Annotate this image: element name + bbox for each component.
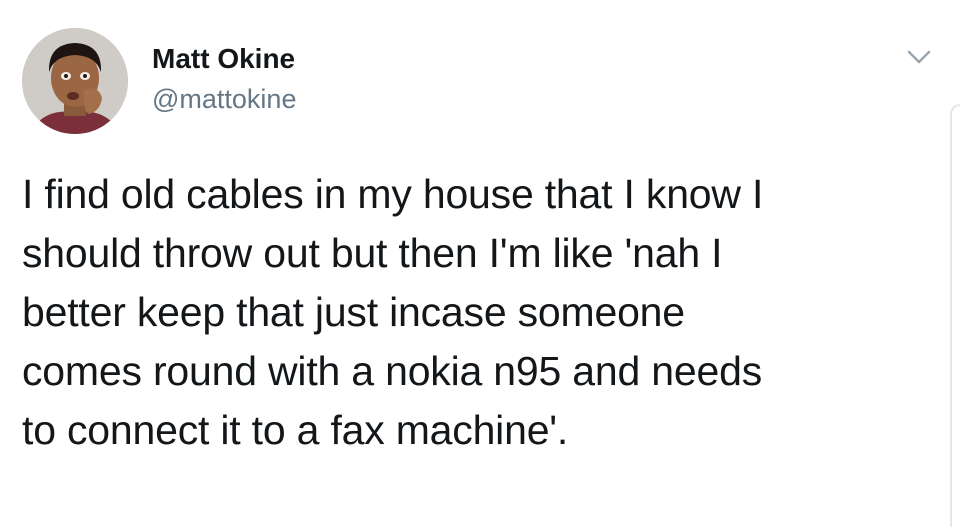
tweet-text-line: better keep that just incase someone: [22, 289, 685, 335]
tweet-text-line: should throw out but then I'm like 'nah …: [22, 230, 723, 276]
author-display-name[interactable]: Matt Okine: [152, 42, 296, 76]
tweet-text-line: comes round with a nokia n95 and needs: [22, 348, 763, 394]
author-info: Matt Okine @mattokine: [152, 42, 296, 116]
tweet-card: Matt Okine @mattokine I find old cables …: [0, 0, 960, 527]
tweet-text: I find old cables in my house that I kno…: [22, 165, 942, 460]
tweet-menu-button[interactable]: [902, 44, 936, 70]
avatar-photo-icon: [22, 28, 128, 134]
author-handle[interactable]: @mattokine: [152, 82, 296, 116]
side-divider: [950, 104, 960, 527]
tweet-text-line: I find old cables in my house that I kno…: [22, 171, 764, 217]
chevron-down-icon: [907, 50, 931, 64]
author-avatar[interactable]: [22, 28, 128, 134]
tweet-text-line: to connect it to a fax machine'.: [22, 407, 569, 453]
